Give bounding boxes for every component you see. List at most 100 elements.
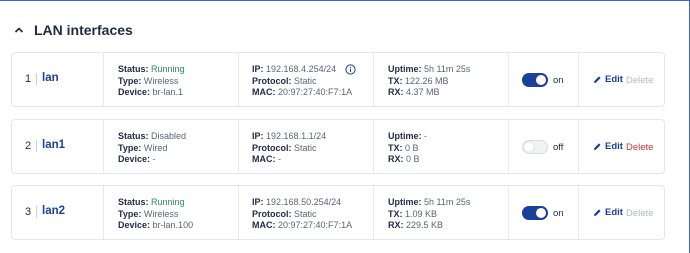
pencil-icon: [594, 76, 601, 83]
rx-label: RX:: [388, 87, 404, 97]
toggle-knob: [536, 75, 546, 85]
mac-value: 20:97:27:40:F7:1A: [278, 220, 353, 230]
column-divider: [103, 53, 104, 106]
edit-label: Edit: [605, 141, 623, 152]
interface-name-link[interactable]: lan: [42, 72, 59, 84]
interface-index: 1: [25, 73, 32, 85]
device-value: br-lan.100: [152, 220, 194, 230]
enable-toggle[interactable]: [522, 73, 548, 87]
toggle-label: on: [553, 208, 564, 219]
tx-label: TX:: [388, 208, 403, 219]
edit-label: Edit: [605, 207, 623, 218]
index-divider: [36, 73, 37, 85]
tx-label: TX:: [388, 142, 403, 153]
delete-button[interactable]: Delete: [626, 75, 653, 86]
mac-value: -: [278, 154, 282, 164]
edit-button[interactable]: Edit: [593, 207, 623, 218]
column-divider: [103, 120, 104, 173]
column-divider: [508, 120, 509, 173]
status-block: Status: Disabled Type: Wired Device: -: [118, 131, 186, 166]
type-value: Wired: [143, 142, 168, 153]
uptime-label: Uptime:: [388, 197, 422, 207]
uptime-label: Uptime:: [388, 64, 422, 74]
edit-button[interactable]: Edit: [593, 74, 623, 85]
toggle-knob: [524, 142, 534, 152]
pencil-icon: [594, 143, 601, 150]
ip-label: IP:: [252, 131, 264, 141]
column-divider: [238, 53, 239, 106]
pencil-icon: [594, 209, 601, 216]
lan-interfaces-header[interactable]: LAN interfaces: [14, 22, 133, 38]
protocol-label: Protocol:: [252, 142, 292, 153]
traffic-block: Uptime: 5h 11m 25s TX: 122.26 MB RX: 4.3…: [388, 64, 470, 99]
interface-card: 1 lan Status: Running Type: Wireless Dev…: [11, 52, 665, 107]
edit-label: Edit: [605, 74, 623, 85]
ip-value: 192.168.4.254/24: [266, 64, 337, 74]
column-divider: [238, 186, 239, 239]
protocol-label: Protocol:: [252, 208, 292, 219]
uptime-value: 5h 11m 25s: [424, 197, 471, 207]
protocol-value: Static: [294, 142, 317, 153]
interface-index: 2: [25, 140, 32, 152]
device-label: Device:: [118, 87, 151, 97]
index-divider: [36, 140, 37, 152]
mac-label: MAC:: [252, 87, 276, 97]
status-value: Running: [151, 64, 185, 74]
status-block: Status: Running Type: Wireless Device: b…: [118, 197, 193, 232]
type-value: Wireless: [143, 208, 179, 219]
column-divider: [578, 120, 579, 173]
status-label: Status:: [118, 131, 149, 141]
network-block: IP: 192.168.4.254/24 Protocol: Static MA…: [252, 64, 356, 99]
type-value: Wireless: [143, 75, 179, 86]
status-label: Status:: [118, 64, 149, 74]
enable-toggle[interactable]: [522, 140, 548, 154]
edit-button[interactable]: Edit: [593, 141, 623, 152]
device-value: br-lan.1: [152, 87, 184, 97]
delete-button[interactable]: Delete: [626, 208, 653, 219]
column-divider: [238, 120, 239, 173]
uptime-value: 5h 11m 25s: [424, 64, 471, 74]
rx-value: 4.37 MB: [406, 87, 440, 97]
ip-value: 192.168.50.254/24: [266, 197, 342, 207]
ip-value: 192.168.1.1/24: [266, 131, 327, 141]
delete-button[interactable]: Delete: [626, 142, 653, 153]
status-block: Status: Running Type: Wireless Device: b…: [118, 64, 185, 99]
interface-index: 3: [25, 206, 32, 218]
interface-name-link[interactable]: lan2: [42, 205, 65, 217]
type-label: Type:: [118, 208, 142, 219]
ip-label: IP:: [252, 64, 264, 74]
interface-card: 2 lan1 Status: Disabled Type: Wired Devi…: [11, 119, 665, 174]
column-divider: [508, 53, 509, 106]
column-divider: [578, 53, 579, 106]
mac-label: MAC:: [252, 220, 276, 230]
column-divider: [103, 186, 104, 239]
tx-label: TX:: [388, 75, 403, 86]
toggle-label: on: [553, 75, 564, 86]
uptime-value: -: [424, 131, 428, 141]
enable-toggle[interactable]: [522, 206, 548, 220]
column-divider: [578, 186, 579, 239]
interface-name-link[interactable]: lan1: [42, 139, 65, 151]
status-value: Running: [151, 197, 185, 207]
tx-value: 1.09 KB: [405, 208, 438, 219]
column-divider: [373, 120, 374, 173]
device-value: -: [152, 154, 156, 164]
rx-label: RX:: [388, 154, 404, 164]
section-title: LAN interfaces: [34, 22, 133, 38]
device-label: Device:: [118, 154, 151, 164]
network-block: IP: 192.168.1.1/24 Protocol: Static MAC:…: [252, 131, 326, 166]
mac-label: MAC:: [252, 154, 276, 164]
toggle-knob: [536, 208, 546, 218]
chevron-up-icon[interactable]: [14, 25, 24, 35]
info-icon[interactable]: [345, 64, 356, 75]
uptime-label: Uptime:: [388, 131, 422, 141]
status-label: Status:: [118, 197, 149, 207]
network-block: IP: 192.168.50.254/24 Protocol: Static M…: [252, 197, 352, 232]
interface-card: 3 lan2 Status: Running Type: Wireless De…: [11, 185, 665, 240]
column-divider: [373, 186, 374, 239]
tx-value: 122.26 MB: [405, 75, 449, 86]
traffic-block: Uptime: 5h 11m 25s TX: 1.09 KB RX: 229.5…: [388, 197, 470, 232]
column-divider: [373, 53, 374, 106]
type-label: Type:: [118, 142, 142, 153]
protocol-value: Static: [294, 208, 317, 219]
